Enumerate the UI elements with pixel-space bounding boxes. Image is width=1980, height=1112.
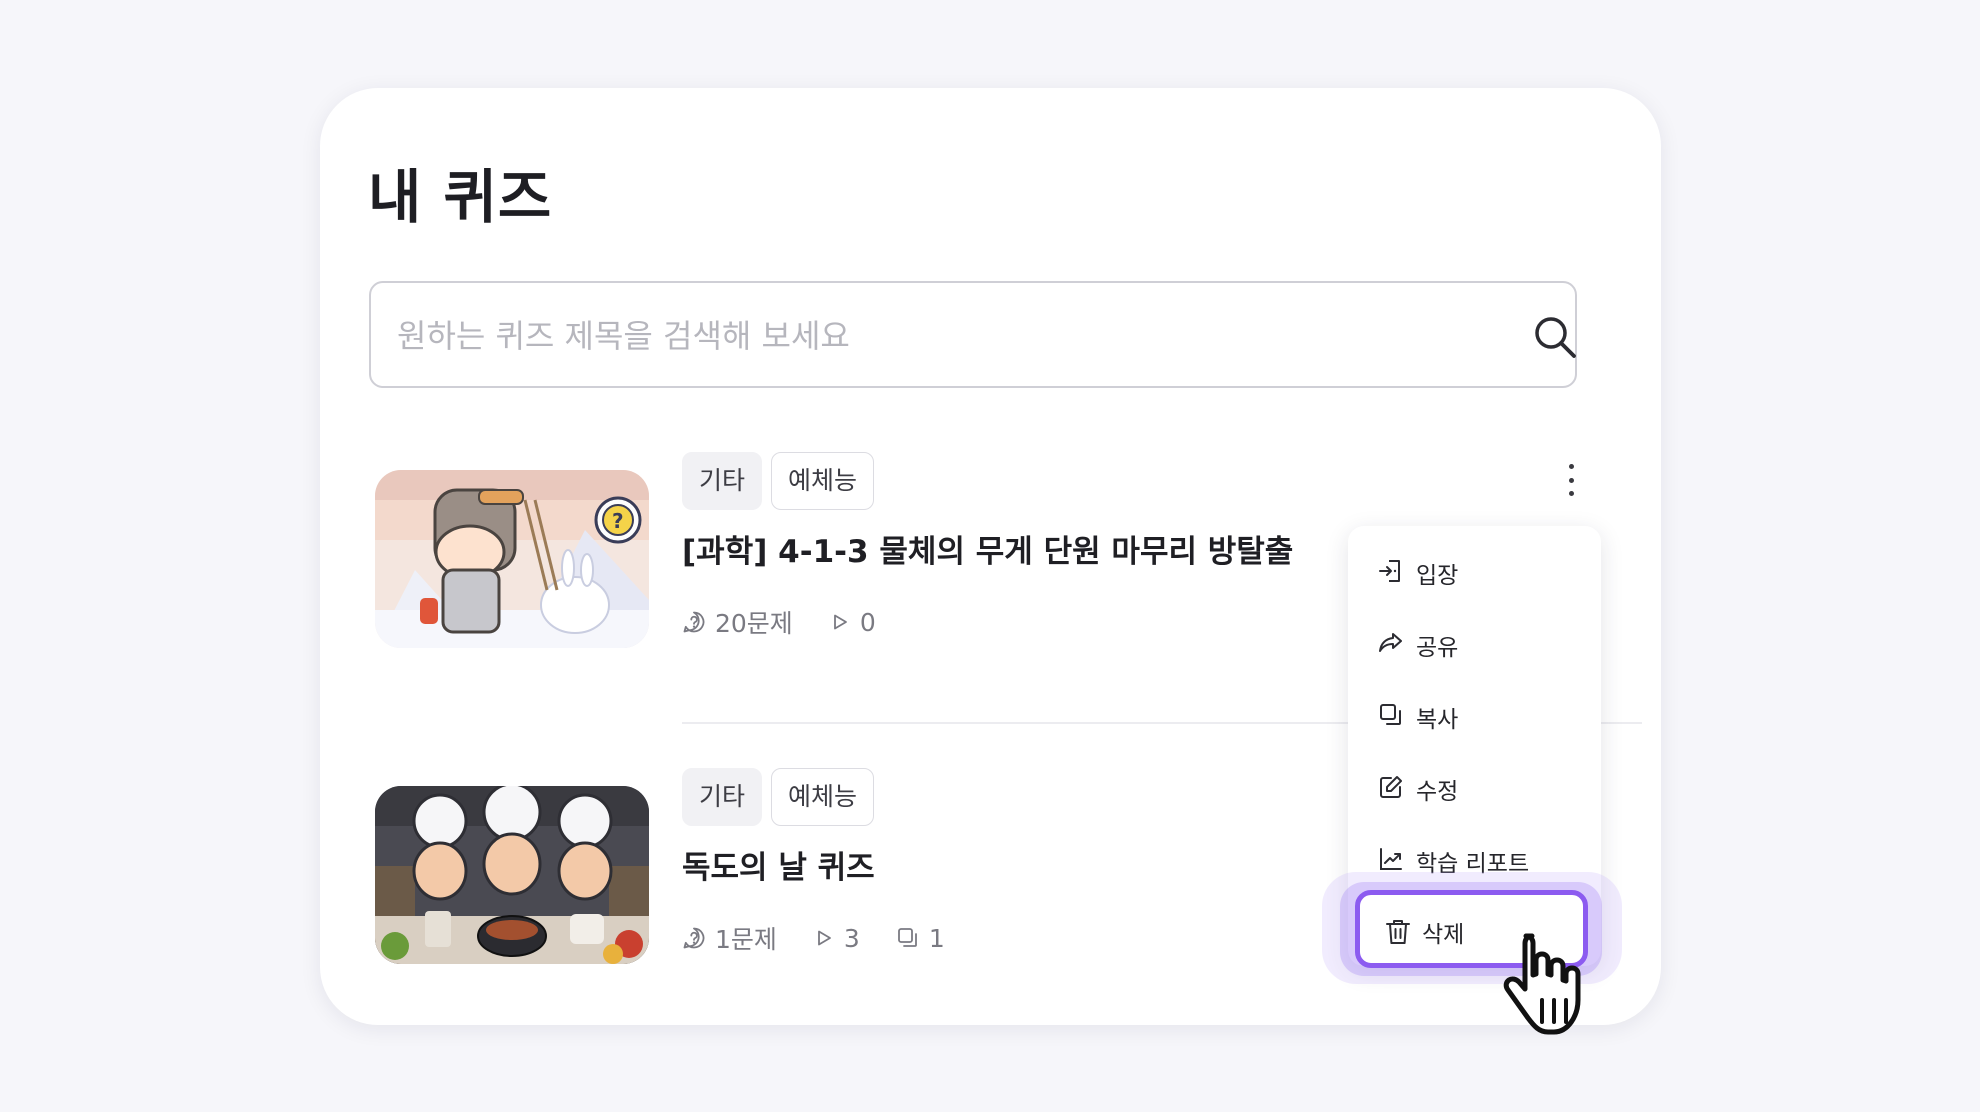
- hand-cursor-icon: [1503, 933, 1581, 1035]
- more-options-button[interactable]: [1556, 460, 1586, 496]
- svg-text:?: ?: [612, 509, 624, 533]
- menu-item-label: 입장: [1416, 563, 1459, 589]
- search-box[interactable]: [369, 281, 1577, 388]
- play-count: 3: [813, 924, 860, 953]
- report-icon: [1380, 848, 1402, 870]
- copy-count-text: 1: [928, 923, 945, 953]
- quiz-meta: 20문제 0: [682, 604, 912, 640]
- quiz-thumbnail: [375, 786, 649, 964]
- menu-item-enter[interactable]: 입장: [1348, 540, 1601, 600]
- play-icon: [818, 930, 831, 946]
- question-count: 20문제: [682, 604, 793, 640]
- menu-item-label: 수정: [1416, 779, 1459, 805]
- play-count-text: 3: [843, 923, 860, 953]
- copy-icon: [1380, 704, 1401, 725]
- search-icon[interactable]: [1533, 315, 1577, 359]
- play-icon: [833, 614, 847, 630]
- menu-item-copy[interactable]: 복사: [1348, 684, 1601, 744]
- quiz-meta: 1문제 3 1: [682, 920, 981, 956]
- quiz-thumbnail-image: [375, 786, 649, 964]
- quiz-thumbnail-image: ?: [375, 470, 649, 648]
- question-count-text: 20문제: [715, 609, 793, 638]
- menu-item-share[interactable]: 공유: [1348, 612, 1601, 672]
- search-input[interactable]: [395, 283, 1459, 388]
- question-count-text: 1문제: [715, 925, 777, 954]
- tag-subject: 예체능: [771, 768, 875, 826]
- question-count: 1문제: [682, 920, 777, 956]
- tag-list: 기타 예체능: [682, 768, 875, 826]
- page-title: 내 퀴즈: [368, 163, 553, 231]
- quiz-title[interactable]: [과학] 4-1-3 물체의 무게 단원 마무리 방탈출: [682, 526, 1293, 571]
- more-dot-icon: [1568, 464, 1574, 469]
- more-dot-icon: [1568, 477, 1574, 483]
- play-count-text: 0: [859, 607, 876, 637]
- tag-subject: 예체능: [771, 452, 875, 510]
- share-icon: [1379, 633, 1402, 652]
- question-icon: [683, 927, 705, 949]
- menu-item-edit[interactable]: 수정: [1348, 756, 1601, 816]
- tag-category: 기타: [682, 768, 763, 826]
- edit-icon: [1380, 776, 1402, 798]
- copy-icon: [897, 928, 917, 947]
- quiz-thumbnail: ?: [375, 470, 649, 648]
- tag-list: 기타 예체능: [682, 452, 875, 510]
- quiz-title[interactable]: 독도의 날 퀴즈: [682, 842, 875, 887]
- play-count: 0: [829, 608, 876, 637]
- menu-item-label: 복사: [1416, 707, 1459, 733]
- menu-item-label: 공유: [1416, 635, 1459, 661]
- copy-count: 1: [896, 924, 945, 953]
- question-icon: [683, 611, 705, 633]
- tag-category: 기타: [682, 452, 763, 510]
- enter-icon: [1379, 560, 1400, 582]
- more-dot-icon: [1568, 491, 1574, 496]
- trash-icon: [1386, 920, 1410, 944]
- menu-item-label: 삭제: [1422, 922, 1465, 948]
